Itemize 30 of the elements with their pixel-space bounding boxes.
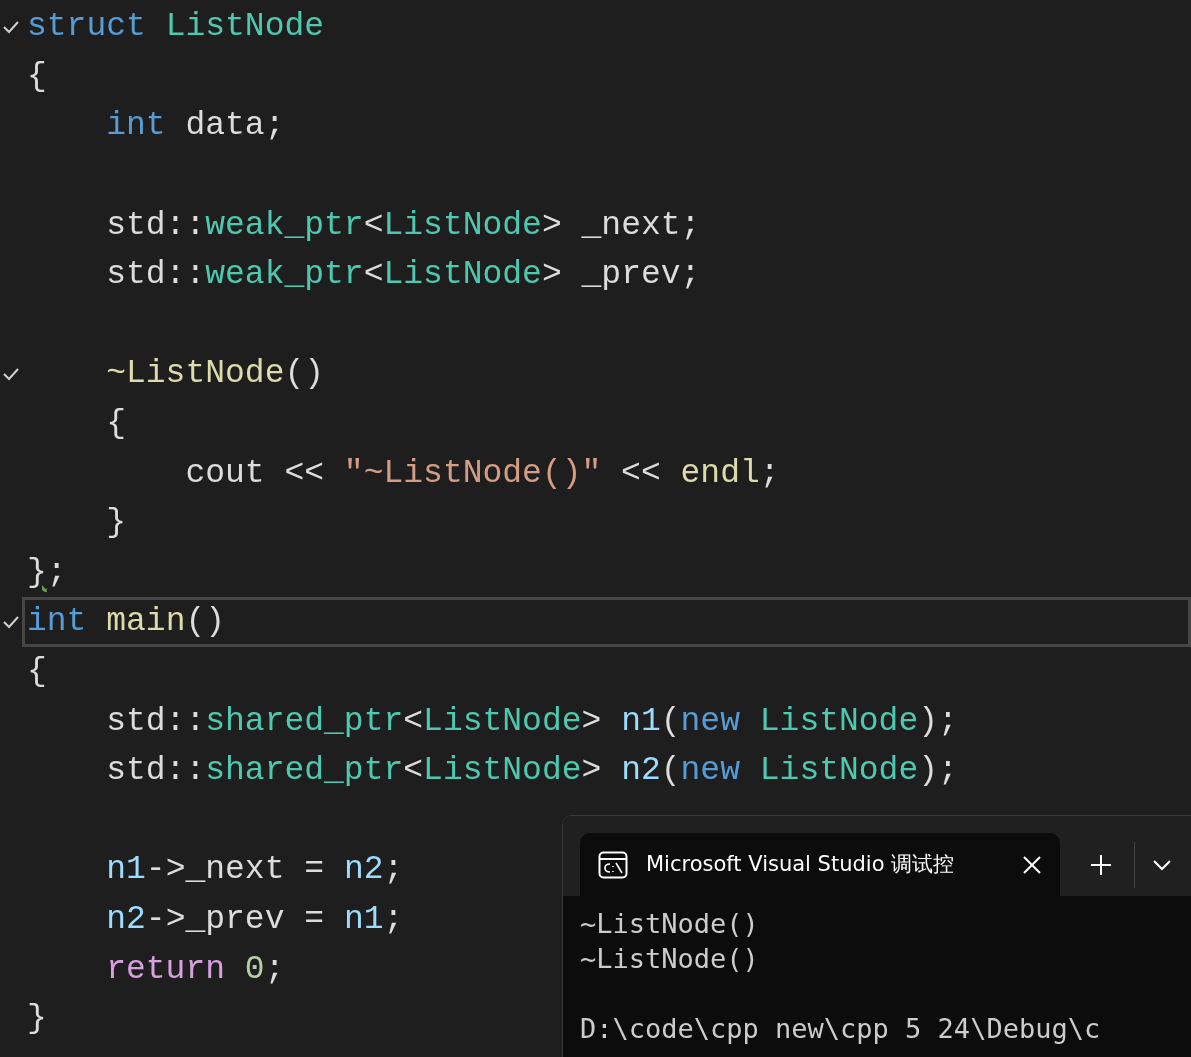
code-line: std::weak_ptr<ListNode> _next; — [105, 208, 701, 242]
code-line: std::weak_ptr<ListNode> _prev; — [105, 258, 701, 292]
code-line: int data; — [105, 109, 285, 143]
new-tab-icon[interactable] — [1090, 853, 1112, 876]
code-line: n2->_prev = n1; — [105, 903, 404, 936]
code-line: std::shared_ptr<ListNode> n2(new ListNode); — [105, 754, 958, 788]
code-line: { — [27, 59, 47, 93]
code-line: { — [105, 407, 127, 441]
fold-check-icon[interactable] — [3, 19, 19, 34]
console-prompt-line: D:\code\cpp new\cpp 5 24\Debug\c — [580, 1012, 1102, 1046]
code-line: std::shared_ptr<ListNode> n1(new ListNode); — [105, 704, 958, 738]
fold-check-icon[interactable] — [3, 366, 19, 381]
dropdown-icon[interactable] — [1153, 858, 1171, 871]
code-line: cout << "~ListNode()" << endl; — [184, 456, 780, 490]
close-icon[interactable] — [1022, 854, 1042, 875]
code-line: struct ListNode — [27, 10, 325, 44]
console-output-line: ~ListNode() — [580, 907, 760, 941]
terminal-tab[interactable]: Microsoft Visual Studio 调试控 — [580, 833, 1060, 896]
console-output-line: ~ListNode() — [580, 942, 760, 976]
code-line: int main() — [27, 605, 226, 639]
code-line: n1->_next = n2; — [105, 853, 404, 887]
console-icon — [598, 850, 628, 879]
code-line: }; — [27, 555, 67, 589]
code-line: } — [105, 506, 127, 540]
code-line: { — [27, 655, 47, 688]
fold-check-icon[interactable] — [3, 614, 19, 629]
code-line: ~ListNode() — [105, 357, 325, 391]
code-line: return 0; — [105, 952, 285, 986]
tab-title: Microsoft Visual Studio 调试控 — [646, 850, 956, 878]
code-line: } — [27, 1002, 47, 1036]
